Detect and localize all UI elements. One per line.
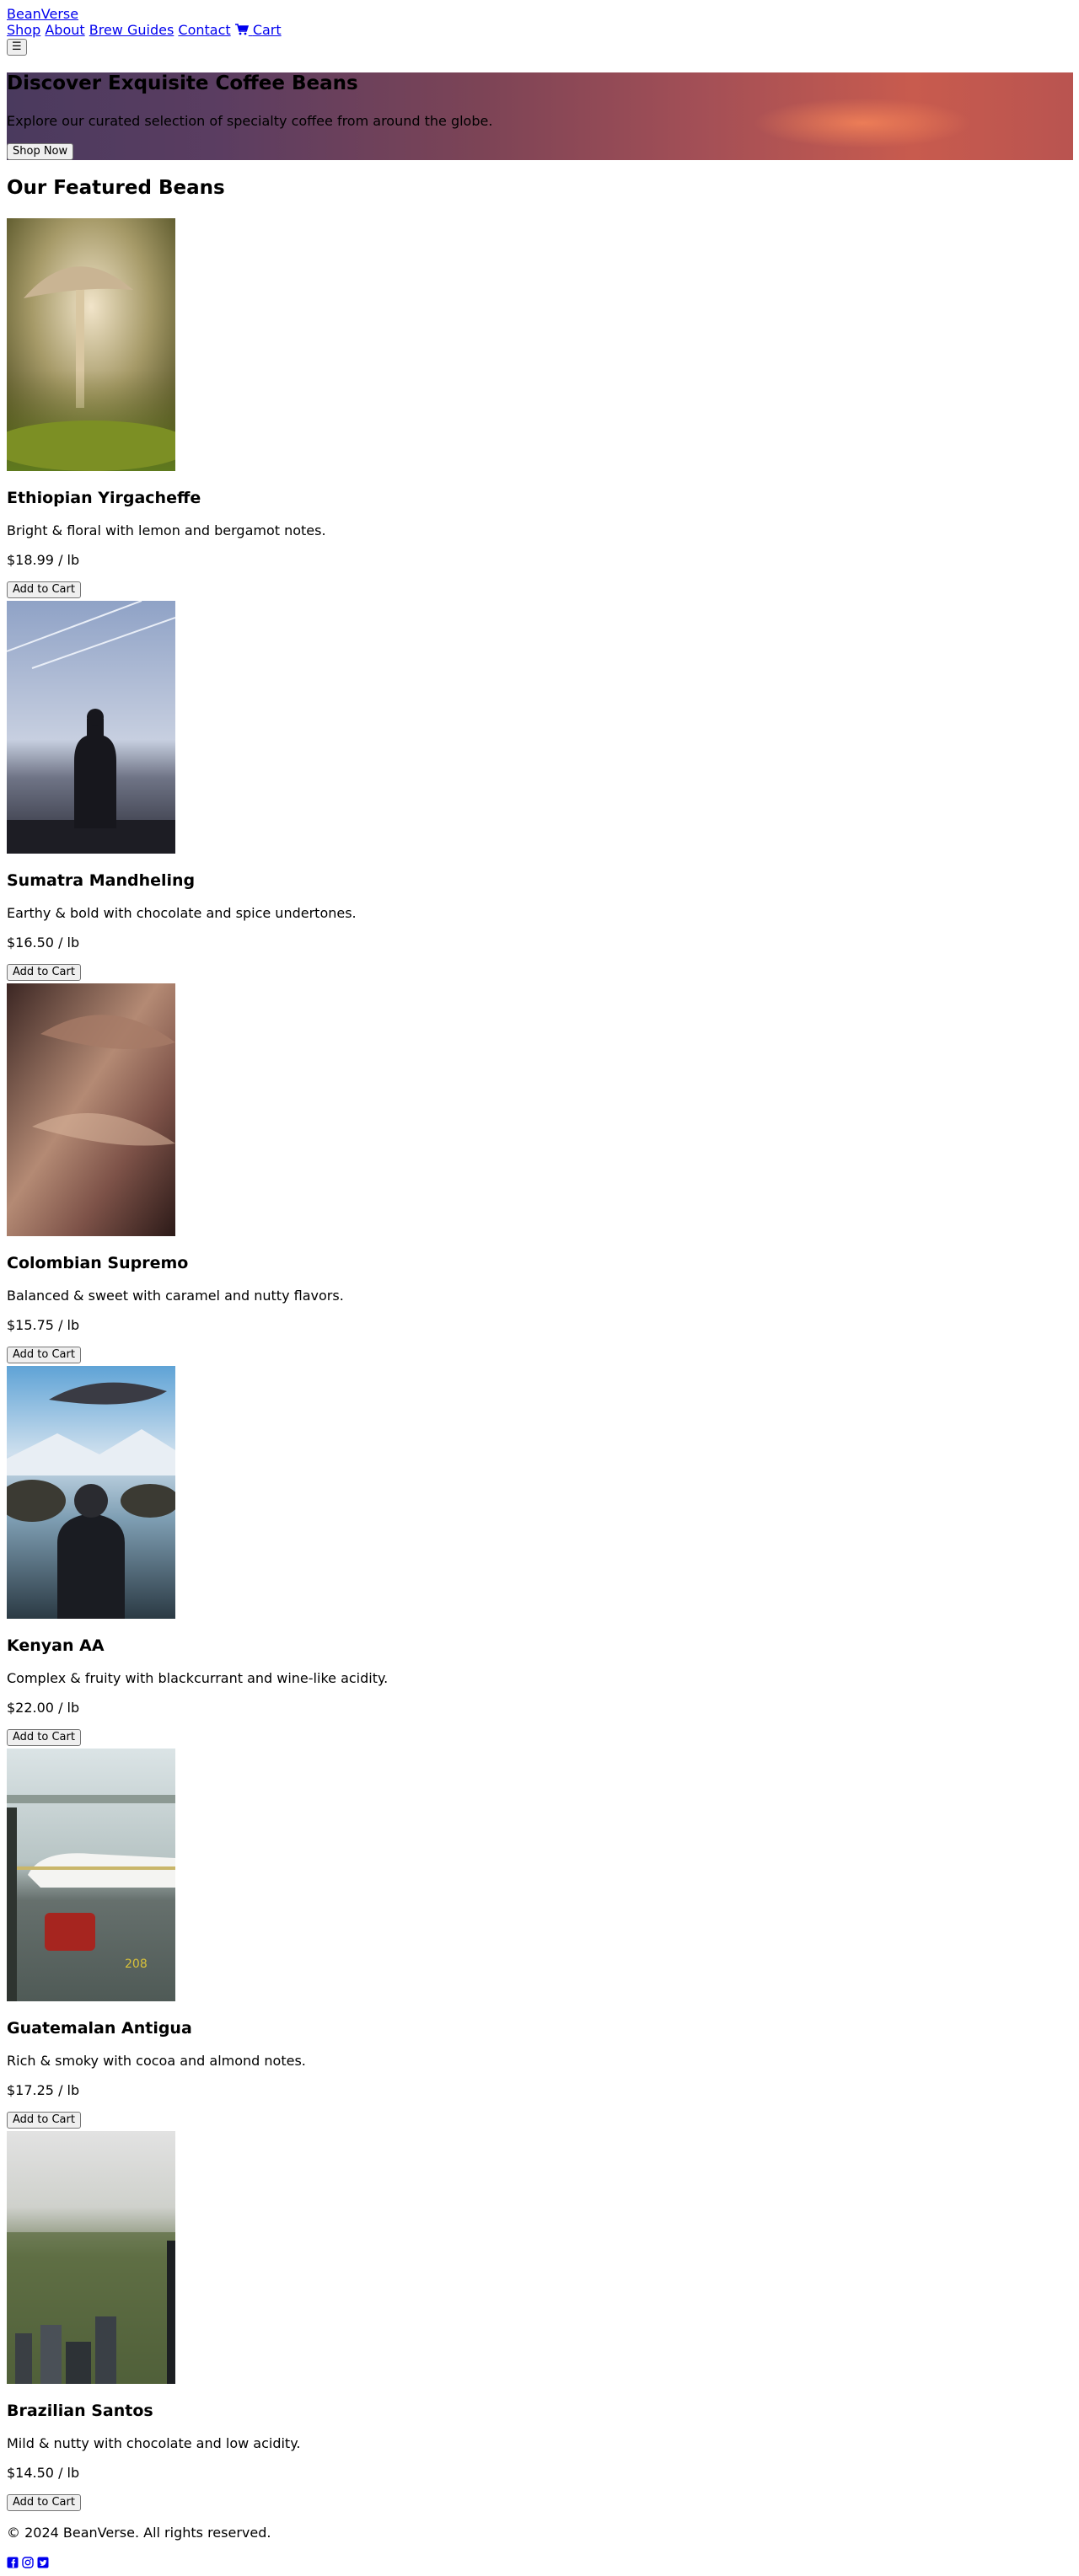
cart-label: Cart	[252, 22, 282, 38]
hero-background-glow	[753, 98, 972, 148]
nav-link-cart[interactable]: Cart	[234, 22, 282, 38]
add-to-cart-button[interactable]: Add to Cart	[7, 581, 81, 598]
product-image-mountain-lake	[7, 1366, 175, 1619]
product-price: $17.25 / lb	[7, 2082, 80, 2098]
add-to-cart-button[interactable]: Add to Cart	[7, 1347, 81, 1363]
main-nav: Shop About Brew Guides Contact Cart	[7, 22, 282, 38]
product-name: Colombian Supremo	[7, 1254, 189, 1272]
add-to-cart-button[interactable]: Add to Cart	[7, 1729, 81, 1746]
product-price: $14.50 / lb	[7, 2465, 80, 2481]
twitter-icon	[37, 2557, 49, 2568]
nav-link-shop[interactable]: Shop	[7, 22, 40, 38]
product-image-mushroom-gills	[7, 983, 175, 1236]
hero-title: Discover Exquisite Coffee Beans	[7, 72, 358, 94]
product-image-lake-silhouette	[7, 601, 175, 854]
footer-copyright: © 2024 BeanVerse. All rights reserved.	[7, 2525, 271, 2541]
instagram-link[interactable]	[22, 2556, 34, 2572]
product-description: Bright & floral with lemon and bergamot …	[7, 522, 326, 538]
facebook-icon	[7, 2557, 19, 2568]
cart-icon	[234, 24, 249, 35]
hero-subtitle: Explore our curated selection of special…	[7, 113, 493, 129]
product-name: Guatemalan Antigua	[7, 2019, 192, 2038]
product-description: Mild & nutty with chocolate and low acid…	[7, 2435, 301, 2451]
product-description: Earthy & bold with chocolate and spice u…	[7, 905, 357, 921]
social-links	[7, 2556, 49, 2572]
instagram-icon	[22, 2557, 34, 2568]
product-price: $22.00 / lb	[7, 1700, 80, 1716]
product-description: Balanced & sweet with caramel and nutty …	[7, 1288, 344, 1304]
product-image-mushroom	[7, 218, 175, 471]
twitter-link[interactable]	[37, 2556, 49, 2572]
product-name: Sumatra Mandheling	[7, 871, 196, 890]
brand-logo-link[interactable]: BeanVerse	[7, 6, 78, 22]
product-name: Kenyan AA	[7, 1636, 105, 1655]
nav-link-about[interactable]: About	[45, 22, 84, 38]
product-price: $15.75 / lb	[7, 1317, 80, 1333]
menu-toggle-button[interactable]: ☰	[7, 39, 27, 56]
svg-text:208: 208	[125, 1957, 148, 1971]
facebook-link[interactable]	[7, 2556, 19, 2572]
product-description: Rich & smoky with cocoa and almond notes…	[7, 2053, 306, 2069]
product-price: $16.50 / lb	[7, 935, 80, 951]
product-image-airplane: 208	[7, 1749, 175, 2001]
shop-now-button[interactable]: Shop Now	[7, 143, 74, 160]
product-price: $18.99 / lb	[7, 552, 80, 568]
add-to-cart-button[interactable]: Add to Cart	[7, 2494, 81, 2511]
hero-banner: Discover Exquisite Coffee Beans Explore …	[7, 72, 1073, 160]
product-name: Brazilian Santos	[7, 2402, 153, 2420]
nav-link-contact[interactable]: Contact	[178, 22, 230, 38]
add-to-cart-button[interactable]: Add to Cart	[7, 964, 81, 981]
add-to-cart-button[interactable]: Add to Cart	[7, 2112, 81, 2129]
product-description: Complex & fruity with blackcurrant and w…	[7, 1670, 389, 1686]
product-name: Ethiopian Yirgacheffe	[7, 489, 201, 507]
product-image-city-park	[7, 2131, 175, 2384]
featured-heading: Our Featured Beans	[7, 177, 225, 199]
nav-link-brew-guides[interactable]: Brew Guides	[89, 22, 174, 38]
